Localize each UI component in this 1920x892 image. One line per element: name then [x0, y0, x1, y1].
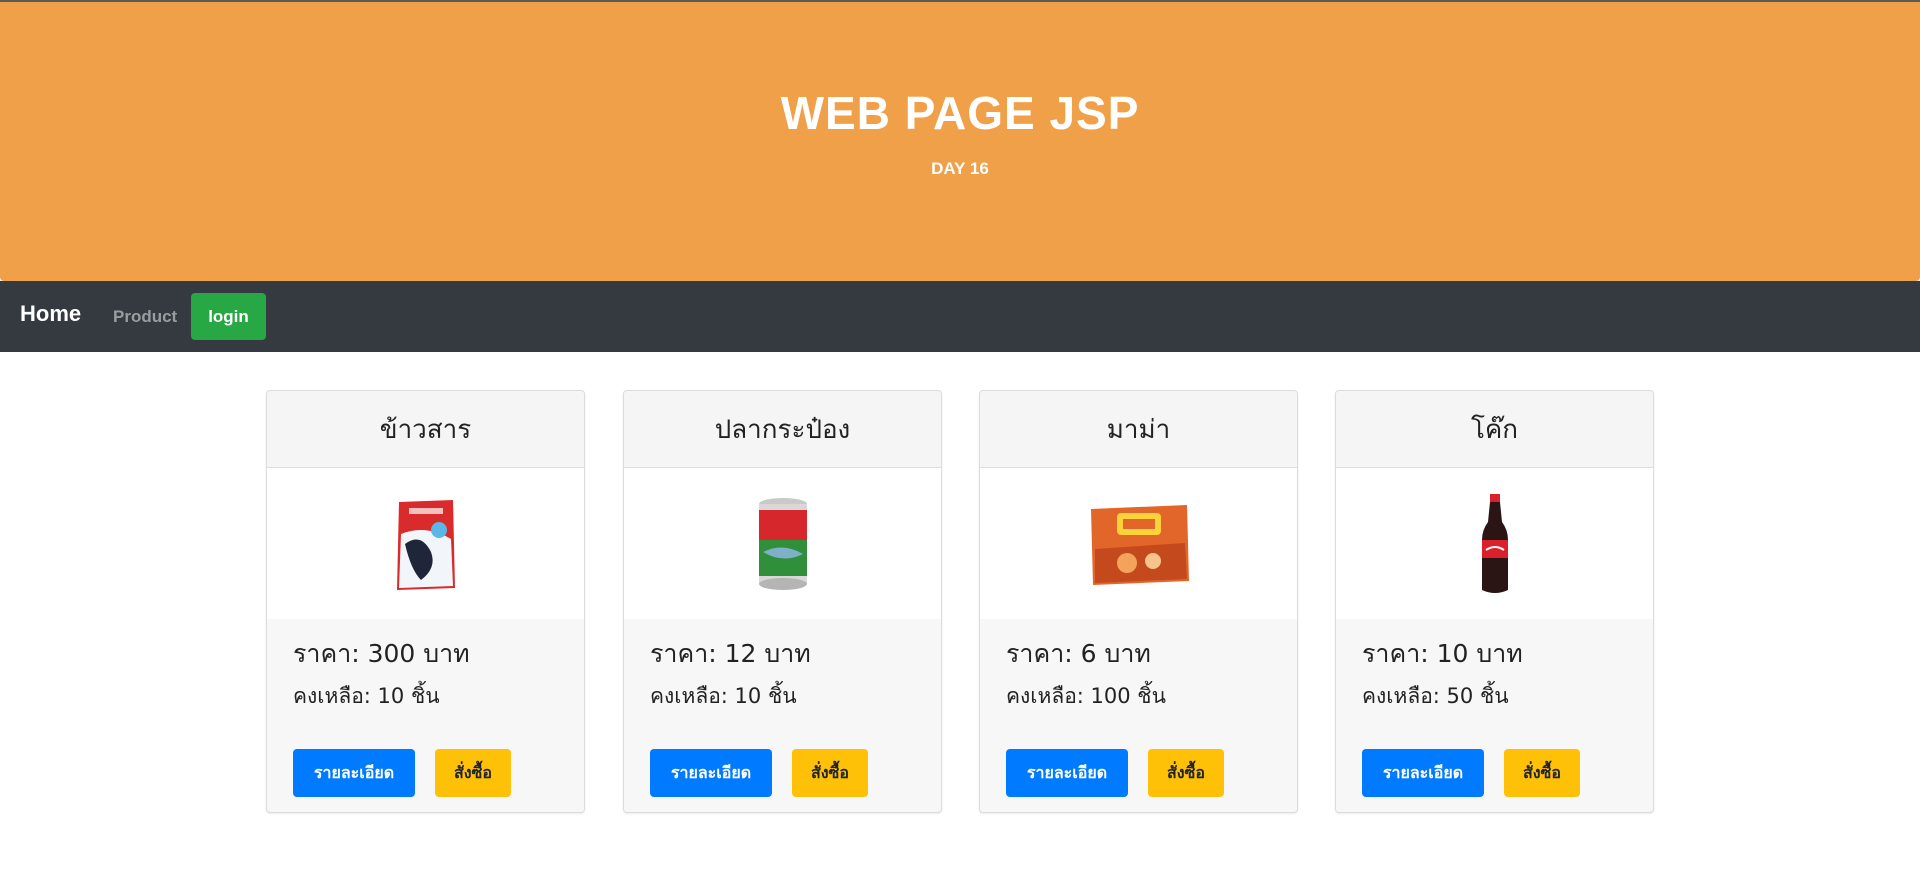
- detail-button[interactable]: รายละเอียด: [293, 749, 415, 797]
- product-name: ปลากระป๋อง: [624, 391, 941, 468]
- detail-button[interactable]: รายละเอียด: [650, 749, 772, 797]
- product-card: ปลากระป๋อง ราคา: 12 บาท คงเหลือ: 10 ชิ้น…: [623, 390, 942, 813]
- product-stock: คงเหลือ: 50 ชิ้น: [1362, 684, 1509, 708]
- page-header-jumbotron: WEB PAGE JSP DAY 16: [0, 0, 1920, 281]
- product-stock: คงเหลือ: 10 ชิ้น: [650, 684, 797, 708]
- canned-fish-image: [758, 497, 807, 590]
- rice-bag-image: [396, 499, 455, 590]
- product-card: โค๊ก ราคา: 10 บาท คงเหลือ: 50 ชิ้น รายละ…: [1335, 390, 1654, 813]
- nav-product-link[interactable]: Product: [113, 307, 177, 327]
- cola-bottle-image: [1481, 493, 1508, 593]
- product-name: ข้าวสาร: [267, 391, 584, 468]
- buy-button[interactable]: สั่งซื้อ: [792, 749, 868, 797]
- buy-button[interactable]: สั่งซื้อ: [1148, 749, 1224, 797]
- nav-home-link[interactable]: Home: [20, 301, 81, 327]
- buy-button[interactable]: สั่งซื้อ: [1504, 749, 1580, 797]
- product-name: มาม่า: [980, 391, 1297, 468]
- product-stock: คงเหลือ: 100 ชิ้น: [1006, 684, 1166, 708]
- instant-noodle-image: [1090, 504, 1189, 585]
- product-price: ราคา: 300 บาท: [293, 639, 470, 668]
- product-price: ราคา: 6 บาท: [1006, 639, 1151, 668]
- page-title: WEB PAGE JSP: [780, 87, 1140, 139]
- product-card: มาม่า ราคา: 6 บาท คงเหลือ: 100 ชิ้น รายล…: [979, 390, 1298, 813]
- detail-button[interactable]: รายละเอียด: [1006, 749, 1128, 797]
- login-button[interactable]: login: [191, 293, 266, 340]
- product-price: ราคา: 10 บาท: [1362, 639, 1523, 668]
- product-price: ราคา: 12 บาท: [650, 639, 811, 668]
- navbar: Home Product login: [0, 281, 1920, 352]
- detail-button[interactable]: รายละเอียด: [1362, 749, 1484, 797]
- page-subtitle: DAY 16: [931, 159, 989, 178]
- buy-button[interactable]: สั่งซื้อ: [435, 749, 511, 797]
- product-name: โค๊ก: [1336, 391, 1653, 468]
- product-card: ข้าวสาร ราคา: 300 บาท คงเหลือ: 10 ชิ้น ร…: [266, 390, 585, 813]
- product-stock: คงเหลือ: 10 ชิ้น: [293, 684, 440, 708]
